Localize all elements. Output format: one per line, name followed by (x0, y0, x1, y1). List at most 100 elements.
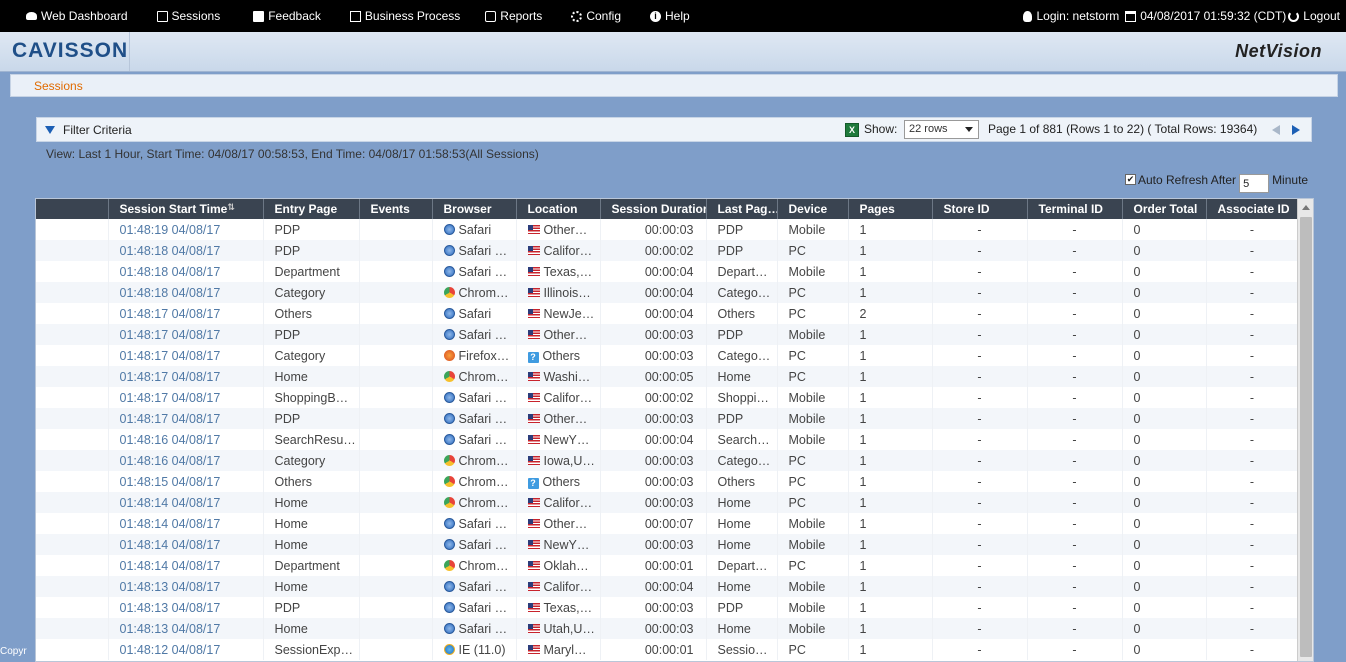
session-start-time-cell[interactable]: 01:48:18 04/08/17 (108, 240, 264, 261)
terminal-id-cell-text: - (1072, 306, 1077, 321)
table-row[interactable]: 01:48:17 04/08/17 Home Chrom… Washi… 00:00:0… (36, 366, 1299, 387)
nav-label: Feedback (268, 9, 321, 23)
column-header[interactable]: Entry Page (263, 199, 360, 219)
table-row[interactable]: 01:48:17 04/08/17 Category Firefox…? Others… (36, 345, 1299, 366)
events-cell (359, 219, 433, 240)
entry-page-cell: Home (263, 366, 360, 387)
feedback-icon (253, 10, 265, 22)
table-row[interactable]: 01:48:17 04/08/17 ShoppingB… Safari … Calif… (36, 387, 1299, 408)
location-text: Other… (543, 222, 588, 237)
scroll-up-arrow-icon[interactable] (1302, 205, 1310, 210)
prev-page-arrow-icon[interactable] (1272, 125, 1280, 135)
column-header[interactable]: Session Start Time⇅ (108, 199, 264, 219)
column-header[interactable]: Browser (432, 199, 517, 219)
session-start-time-cell[interactable]: 01:48:17 04/08/17 (108, 408, 264, 429)
breadcrumb[interactable]: Sessions (34, 79, 83, 93)
session-start-time-cell[interactable]: 01:48:19 04/08/17 (108, 219, 264, 240)
associate-id-cell: - (1206, 219, 1299, 240)
table-row[interactable]: 01:48:13 04/08/17 Home Safari … Califor… 00:… (36, 576, 1299, 597)
column-header[interactable]: Terminal ID (1027, 199, 1123, 219)
session-start-time-cell[interactable]: 01:48:13 04/08/17 (108, 576, 264, 597)
nav-business-process[interactable]: Business Process (349, 9, 460, 23)
table-row[interactable]: 01:48:16 04/08/17 SearchResu… Safari … NewY… (36, 429, 1299, 450)
terminal-id-cell: - (1027, 450, 1123, 471)
column-header[interactable] (36, 199, 109, 219)
table-row[interactable]: 01:48:15 04/08/17 Others Chrom…? Others 00:0… (36, 471, 1299, 492)
session-start-time-cell[interactable]: 01:48:16 04/08/17 (108, 429, 264, 450)
scroll-thumb[interactable] (1300, 217, 1312, 657)
sort-icon[interactable]: ⇅ (227, 202, 235, 212)
nav-web-dashboard[interactable]: Web Dashboard (26, 9, 128, 23)
session-start-time-cell[interactable]: 01:48:14 04/08/17 (108, 555, 264, 576)
nav-reports[interactable]: Reports (485, 9, 542, 23)
session-start-time-cell[interactable]: 01:48:13 04/08/17 (108, 618, 264, 639)
nav-help[interactable]: i Help (650, 9, 690, 23)
rows-per-page-select[interactable]: 22 rows (904, 120, 979, 139)
nav-label: Web Dashboard (41, 9, 128, 23)
table-row[interactable]: 01:48:12 04/08/17 SessionExp… IE (11.0) Mar… (36, 639, 1299, 660)
column-header[interactable]: Last Pag… (706, 199, 778, 219)
session-start-time-cell[interactable]: 01:48:17 04/08/17 (108, 303, 264, 324)
column-header[interactable]: Device (777, 199, 849, 219)
column-header[interactable]: Store ID (932, 199, 1028, 219)
column-header[interactable]: Associate ID (1206, 199, 1299, 219)
events-cell (359, 408, 433, 429)
table-row[interactable]: 01:48:17 04/08/17 PDP Safari … Other… 00:00:… (36, 324, 1299, 345)
column-header-label: Store ID (943, 202, 990, 216)
next-page-arrow-icon[interactable] (1292, 125, 1300, 135)
filter-criteria-toggle[interactable]: Filter Criteria (45, 123, 132, 137)
cavisson-logo[interactable]: CAVISSON (12, 39, 128, 63)
table-row[interactable]: 01:48:14 04/08/17 Home Safari … Other… 00:00… (36, 513, 1299, 534)
nav-config[interactable]: Config (571, 9, 621, 23)
table-row[interactable]: 01:48:19 04/08/17 PDP Safari Other… 00:00:03… (36, 219, 1299, 240)
store-id-cell: - (932, 366, 1028, 387)
nav-feedback[interactable]: Feedback (253, 9, 321, 23)
session-start-time-cell[interactable]: 01:48:18 04/08/17 (108, 261, 264, 282)
nav-sessions[interactable]: Sessions (156, 9, 220, 23)
table-row[interactable]: 01:48:18 04/08/17 PDP Safari … Califor… 00:0… (36, 240, 1299, 261)
column-header[interactable]: Session Duration (600, 199, 707, 219)
column-header[interactable]: Location (516, 199, 601, 219)
session-start-time-cell[interactable]: 01:48:17 04/08/17 (108, 324, 264, 345)
table-row[interactable]: 01:48:14 04/08/17 Home Chrom… Califor… 00:00… (36, 492, 1299, 513)
entry-page-cell: Home (263, 492, 360, 513)
session-start-time-cell[interactable]: 01:48:17 04/08/17 (108, 366, 264, 387)
column-header[interactable]: Pages (848, 199, 933, 219)
session-start-time-cell-text: 01:48:16 04/08/17 (119, 432, 221, 447)
column-header[interactable]: Events (359, 199, 433, 219)
entry-page-cell-text: Home (274, 369, 308, 384)
login-link[interactable]: Login: netstorm (1023, 9, 1119, 23)
table-row[interactable]: 01:48:16 04/08/17 Category Chrom… Iowa,U… 00… (36, 450, 1299, 471)
vertical-scrollbar[interactable] (1297, 199, 1313, 661)
session-start-time-cell[interactable]: 01:48:14 04/08/17 (108, 534, 264, 555)
session-start-time-cell[interactable]: 01:48:15 04/08/17 (108, 471, 264, 492)
auto-refresh-checkbox[interactable]: ✔ (1125, 174, 1136, 185)
table-row[interactable]: 01:48:17 04/08/17 PDP Safari … Other… 00:00:… (36, 408, 1299, 429)
session-start-time-cell[interactable]: 01:48:13 04/08/17 (108, 597, 264, 618)
table-row[interactable]: 01:48:18 04/08/17 Category Chrom… Illinois…… (36, 282, 1299, 303)
excel-export-icon[interactable]: X (845, 123, 859, 137)
refresh-interval-input[interactable]: 5 (1239, 174, 1270, 193)
order-total-cell-text: 0 (1133, 348, 1141, 363)
session-start-time-cell[interactable]: 01:48:14 04/08/17 (108, 492, 264, 513)
table-row[interactable]: 01:48:17 04/08/17 Others Safari NewJe… 00:00… (36, 303, 1299, 324)
session-start-time-cell[interactable]: 01:48:12 04/08/17 (108, 639, 264, 660)
table-row[interactable]: 01:48:18 04/08/17 Department Safari … Texas… (36, 261, 1299, 282)
browser-cell: Safari … (432, 261, 517, 282)
order-total-cell-text: 0 (1133, 390, 1141, 405)
session-start-time-cell[interactable]: 01:48:16 04/08/17 (108, 450, 264, 471)
column-header-label: Browser (443, 202, 492, 216)
session-start-time-cell[interactable]: 01:48:14 04/08/17 (108, 513, 264, 534)
column-header[interactable]: Order Total (1122, 199, 1207, 219)
table-row[interactable]: 01:48:13 04/08/17 PDP Safari … Texas,… 00:00… (36, 597, 1299, 618)
session-start-time-cell[interactable]: 01:48:17 04/08/17 (108, 387, 264, 408)
session-start-time-cell[interactable]: 01:48:18 04/08/17 (108, 282, 264, 303)
session-start-time-cell[interactable]: 01:48:17 04/08/17 (108, 345, 264, 366)
associate-id-cell-text: - (1249, 642, 1255, 657)
us-flag-icon (527, 413, 540, 423)
table-row[interactable]: 01:48:13 04/08/17 Home Safari … Utah,U… 00:0… (36, 618, 1299, 639)
associate-id-cell: - (1206, 303, 1299, 324)
logout-button[interactable]: Logout (1288, 9, 1340, 23)
table-row[interactable]: 01:48:14 04/08/17 Home Safari … NewY… 00:00:… (36, 534, 1299, 555)
table-row[interactable]: 01:48:14 04/08/17 Department Chrom… Oklah… 0… (36, 555, 1299, 576)
